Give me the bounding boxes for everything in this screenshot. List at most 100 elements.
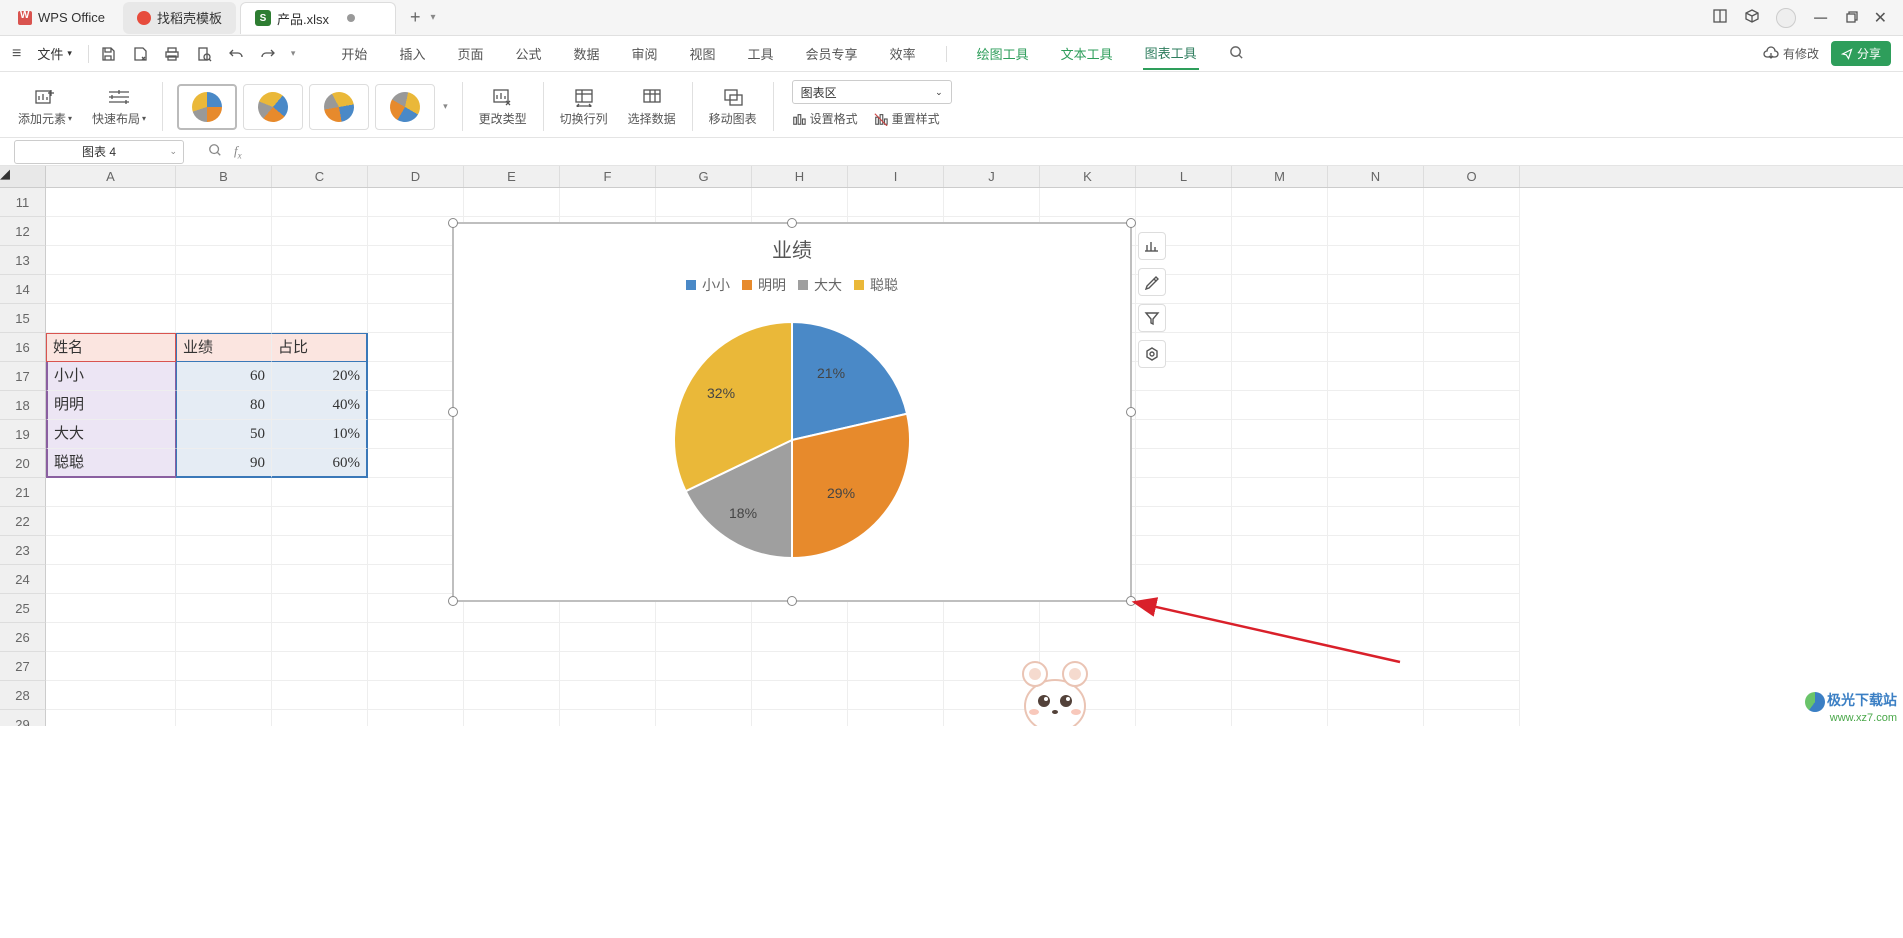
cell[interactable] [1424,507,1520,536]
cell[interactable] [1328,507,1424,536]
resize-handle[interactable] [1126,218,1136,228]
cell[interactable] [272,217,368,246]
cell[interactable] [1328,391,1424,420]
maximize-button[interactable] [1846,10,1858,26]
cell[interactable] [1424,420,1520,449]
col-header[interactable]: B [176,166,272,187]
cell[interactable]: 大大 [46,420,176,449]
cell[interactable] [368,623,464,652]
cell[interactable] [1424,536,1520,565]
cell[interactable] [848,188,944,217]
cell[interactable] [176,681,272,710]
cell[interactable] [272,275,368,304]
cell[interactable] [272,246,368,275]
row-header[interactable]: 25 [0,594,46,623]
cell[interactable] [848,652,944,681]
cell[interactable]: 60 [176,362,272,391]
cell[interactable] [464,623,560,652]
cell[interactable] [1136,594,1232,623]
cell[interactable] [1136,188,1232,217]
cell[interactable] [272,681,368,710]
cell[interactable] [1040,188,1136,217]
menu-start[interactable]: 开始 [339,38,369,69]
row-header[interactable]: 24 [0,565,46,594]
cell[interactable] [272,594,368,623]
cell[interactable] [656,623,752,652]
menu-search-icon[interactable] [1227,39,1246,69]
menu-insert[interactable]: 插入 [397,38,427,69]
cell[interactable] [1424,594,1520,623]
cell[interactable] [1424,478,1520,507]
cell[interactable] [1136,652,1232,681]
redo-icon[interactable] [259,45,277,63]
col-header[interactable]: N [1328,166,1424,187]
share-button[interactable]: 分享 [1831,41,1891,66]
cube-icon[interactable] [1744,8,1760,27]
chart-elements-button[interactable] [1138,232,1166,260]
tab-wps-home[interactable]: WPS Office [4,2,119,34]
cell[interactable] [560,623,656,652]
cell[interactable] [46,594,176,623]
cell[interactable] [656,681,752,710]
col-header[interactable]: H [752,166,848,187]
cell[interactable] [848,623,944,652]
row-header[interactable]: 23 [0,536,46,565]
cell[interactable] [1328,188,1424,217]
pie-chart[interactable]: 21% 29% 18% 32% [667,315,917,565]
cell[interactable] [1328,652,1424,681]
cell[interactable] [368,536,464,565]
cell[interactable] [1424,565,1520,594]
new-tab-button[interactable]: + [396,7,435,28]
hamburger-icon[interactable]: ≡ [12,45,21,63]
chart-legend[interactable]: 小小 明明 大大 聪聪 [454,275,1130,295]
col-header[interactable]: L [1136,166,1232,187]
cell[interactable] [1136,420,1232,449]
cell[interactable] [368,507,464,536]
cell[interactable] [1232,652,1328,681]
ribbon-switch-rc[interactable]: 切换行列 [552,76,616,137]
cell[interactable] [176,217,272,246]
cell[interactable] [656,652,752,681]
row-header[interactable]: 26 [0,623,46,652]
cell[interactable] [944,188,1040,217]
cell[interactable] [1424,217,1520,246]
resize-handle[interactable] [787,218,797,228]
col-header[interactable]: A [46,166,176,187]
cell[interactable] [1328,362,1424,391]
cell[interactable] [1424,449,1520,478]
cell[interactable] [1328,333,1424,362]
cell[interactable]: 占比 [272,333,368,362]
cell[interactable] [368,710,464,726]
cell[interactable] [1328,304,1424,333]
cell[interactable] [368,304,464,333]
cell[interactable] [272,652,368,681]
cell[interactable] [1232,304,1328,333]
resize-handle[interactable] [787,596,797,606]
cell[interactable] [464,188,560,217]
cell[interactable] [176,594,272,623]
cell[interactable] [272,623,368,652]
cell[interactable] [1328,681,1424,710]
cell[interactable] [1232,217,1328,246]
minimize-button[interactable]: － [1812,5,1830,31]
file-menu[interactable]: 文件▾ [31,40,78,67]
cell[interactable] [1424,188,1520,217]
cell[interactable] [1424,304,1520,333]
cell[interactable]: 20% [272,362,368,391]
cell[interactable] [368,681,464,710]
cell[interactable] [1328,565,1424,594]
cell[interactable]: 姓名 [46,333,176,362]
cell[interactable]: 聪聪 [46,449,176,478]
cell[interactable] [1328,420,1424,449]
cell[interactable] [1136,565,1232,594]
avatar-icon[interactable] [1776,8,1796,28]
row-header[interactable]: 19 [0,420,46,449]
cell[interactable] [272,507,368,536]
cell[interactable] [1328,710,1424,726]
cell[interactable] [1232,594,1328,623]
cell[interactable] [560,681,656,710]
cell[interactable] [1424,362,1520,391]
cell[interactable] [1232,507,1328,536]
cell[interactable] [1136,536,1232,565]
cell[interactable] [46,275,176,304]
